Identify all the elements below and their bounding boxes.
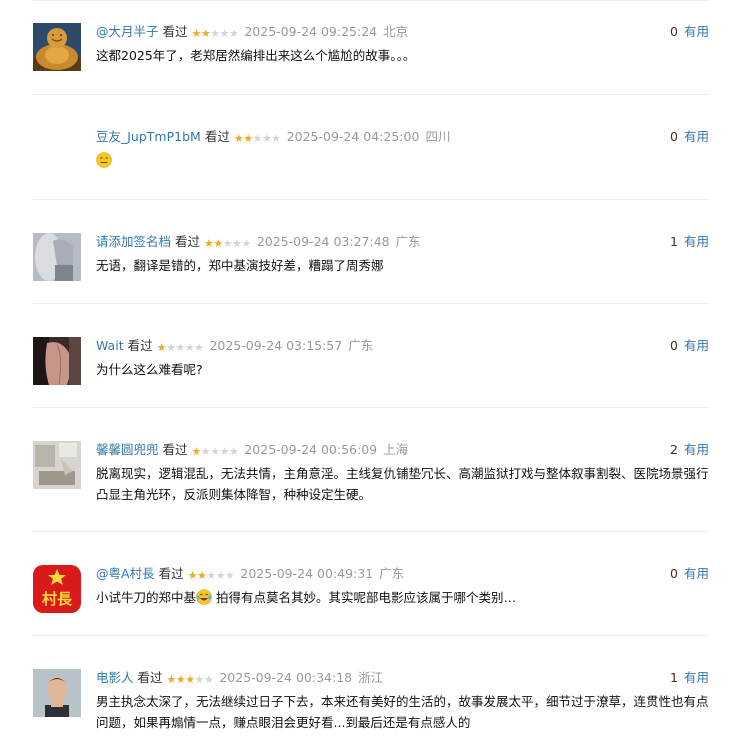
comment-text: 这都2025年了，老郑居然编排出来这么个尴尬的故事。。。 — [96, 48, 416, 63]
comment-time: 2025-09-24 00:34:18 — [219, 670, 353, 685]
comment-time: 2025-09-24 04:25:00 — [286, 129, 420, 144]
comment-location: 上海 — [383, 442, 409, 457]
useful-button[interactable]: 有用 — [684, 670, 709, 685]
rating-stars: ★★★★★ — [204, 237, 251, 250]
username-link[interactable]: 豆友_JupTmP1bM — [96, 129, 201, 144]
useful-vote: 0 有用 — [670, 23, 709, 41]
comment-text: 为什么这么难看呢? — [96, 362, 203, 377]
comment-text — [96, 150, 709, 174]
useful-count: 2 — [670, 442, 678, 457]
rating-stars: ★★★★★ — [191, 27, 239, 40]
useful-vote: 1 有用 — [670, 669, 709, 687]
comment-header: @大月半子 看过 ★★★★★ 2025-09-24 09:25:24 北京 — [96, 23, 408, 41]
rating-stars: ★★★★★ — [166, 673, 214, 686]
comment-text: 小试牛刀的郑中基 拍得有点莫名其妙。其实呢部电影应该属于哪个类别… — [96, 587, 709, 611]
comment-time: 2025-09-24 00:49:31 — [240, 566, 374, 581]
comment-item: 馨馨圆兜兜 看过 ★★★★★ 2025-09-24 00:56:09 上海 2 有用 脱离… — [33, 441, 709, 531]
divider — [33, 303, 709, 304]
useful-count: 0 — [670, 129, 678, 144]
avatar[interactable] — [33, 128, 81, 176]
comment-text: 脱离现实，逻辑混乱，无法共情，主角意淫。主线复仇铺垫冗长、高潮监狱打戏与整体叙事… — [96, 466, 709, 502]
comment-header: 电影人 看过 ★★★★★ 2025-09-24 00:34:18 浙江 — [96, 669, 383, 687]
useful-count: 1 — [670, 670, 678, 685]
avatar[interactable] — [33, 441, 81, 489]
rating-stars: ★★★★★ — [156, 341, 204, 354]
useful-count: 0 — [670, 338, 678, 353]
comment-text: 无语，翻译是错的，郑中基演技好差，糟蹋了周秀娜 — [96, 258, 384, 273]
username-link[interactable]: 馨馨圆兜兜 — [96, 442, 159, 457]
divider — [33, 635, 709, 636]
useful-button[interactable]: 有用 — [684, 234, 709, 249]
watched-label: 看过 — [162, 442, 188, 457]
comment-text-part: 小试牛刀的郑中基 — [96, 590, 197, 605]
comment-header: 请添加签名档 看过 ★★★★★ 2025-09-24 03:27:48 广东 — [96, 233, 421, 251]
comment-item: 电影人 看过 ★★★★★ 2025-09-24 00:34:18 浙江 1 有用 男主执念… — [33, 669, 709, 744]
comment-time: 2025-09-24 09:25:24 — [244, 24, 378, 39]
comment-item: Wait 看过 ★★★★★ 2025-09-24 03:15:57 广东 0 有用 为什么… — [33, 337, 709, 407]
useful-button[interactable]: 有用 — [684, 24, 709, 39]
comment-header: 豆友_JupTmP1bM 看过 ★★★★★ 2025-09-24 04:25:00 四川 — [96, 128, 450, 146]
comment-item: 请添加签名档 看过 ★★★★★ 2025-09-24 03:27:48 广东 1 有用 无… — [33, 233, 709, 303]
avatar[interactable]: 村長 — [33, 565, 81, 613]
watched-label: 看过 — [158, 566, 184, 581]
useful-button[interactable]: 有用 — [684, 338, 709, 353]
comment-header: @粤A村長 看过 ★★★★★ 2025-09-24 00:49:31 广东 — [96, 565, 404, 583]
comment-location: 广东 — [395, 234, 421, 249]
username-link[interactable]: @大月半子 — [96, 24, 159, 39]
username-link[interactable]: 电影人 — [96, 670, 134, 685]
username-link[interactable]: 请添加签名档 — [96, 234, 171, 249]
useful-button[interactable]: 有用 — [684, 129, 709, 144]
comment-text-part: 拍得有点莫名其妙。其实呢部电影应该属于哪个类别… — [212, 590, 516, 605]
username-link[interactable]: Wait — [96, 338, 124, 353]
useful-vote: 2 有用 — [670, 441, 709, 459]
comment-time: 2025-09-24 00:56:09 — [244, 442, 378, 457]
comment-location: 四川 — [425, 129, 451, 144]
avatar[interactable] — [33, 337, 81, 385]
expressionless-face-emoji — [96, 152, 112, 174]
watched-label: 看过 — [162, 24, 188, 39]
comment-location: 北京 — [383, 24, 409, 39]
avatar[interactable] — [33, 233, 81, 281]
useful-count: 1 — [670, 234, 678, 249]
useful-vote: 1 有用 — [670, 233, 709, 251]
comment-text: 男主执念太深了，无法继续过日子下去，本来还有美好的生活的，故事发展太平，细节过于… — [96, 694, 709, 730]
comment-item: 豆友_JupTmP1bM 看过 ★★★★★ 2025-09-24 04:25:00 四川… — [33, 128, 709, 198]
comment-header: Wait 看过 ★★★★★ 2025-09-24 03:15:57 广东 — [96, 337, 373, 355]
rating-stars: ★★★★★ — [233, 132, 281, 145]
watched-label: 看过 — [137, 670, 163, 685]
avatar-text: 村長 — [42, 590, 73, 608]
avatar[interactable] — [33, 23, 81, 71]
useful-count: 0 — [670, 24, 678, 39]
username-link[interactable]: @粤A村長 — [96, 566, 155, 581]
comment-location: 广东 — [348, 338, 374, 353]
comment-header: 馨馨圆兜兜 看过 ★★★★★ 2025-09-24 00:56:09 上海 — [96, 441, 408, 459]
watched-label: 看过 — [127, 338, 153, 353]
useful-vote: 0 有用 — [670, 565, 709, 583]
comment-location: 浙江 — [358, 670, 384, 685]
watched-label: 看过 — [175, 234, 201, 249]
useful-vote: 0 有用 — [670, 128, 709, 146]
useful-button[interactable]: 有用 — [684, 442, 709, 457]
laughing-tears-emoji — [196, 589, 212, 611]
top-divider — [33, 0, 709, 1]
divider — [33, 94, 709, 95]
useful-button[interactable]: 有用 — [684, 566, 709, 581]
comment-time: 2025-09-24 03:27:48 — [256, 234, 390, 249]
rating-stars: ★★★★★ — [191, 445, 239, 458]
comment-item: 村長 @粤A村長 看过 ★★★★★ 2025-09-24 00:49:31 广东 0 有用… — [33, 565, 709, 635]
watched-label: 看过 — [204, 129, 230, 144]
comment-time: 2025-09-24 03:15:57 — [209, 338, 343, 353]
divider — [33, 407, 709, 408]
avatar[interactable] — [33, 669, 81, 717]
comment-location: 广东 — [379, 566, 405, 581]
divider — [33, 531, 709, 532]
rating-stars: ★★★★★ — [187, 569, 235, 582]
useful-vote: 0 有用 — [670, 337, 709, 355]
comment-item: @大月半子 看过 ★★★★★ 2025-09-24 09:25:24 北京 0 有用 这都… — [33, 23, 709, 93]
useful-count: 0 — [670, 566, 678, 581]
divider — [33, 199, 709, 200]
